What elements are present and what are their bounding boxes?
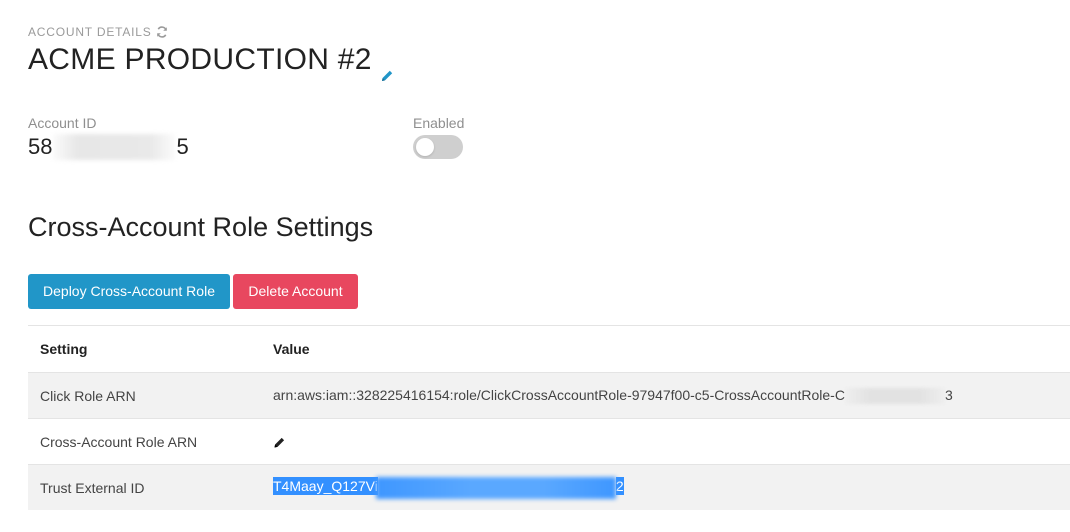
edit-pencil-icon[interactable]	[273, 436, 286, 449]
deploy-cross-account-role-button[interactable]: Deploy Cross-Account Role	[28, 274, 230, 309]
section-title: Cross-Account Role Settings	[28, 212, 374, 242]
eyebrow-label: ACCOUNT DETAILS	[28, 25, 152, 39]
table-row: Trust External ID T4Maay_Q127Vi 2	[28, 464, 1070, 510]
enabled-label: Enabled	[413, 115, 465, 131]
delete-account-button[interactable]: Delete Account	[233, 274, 358, 309]
settings-table: Setting Value Click Role ARN arn:aws:iam…	[28, 325, 1070, 510]
account-details-eyebrow: ACCOUNT DETAILS	[28, 25, 168, 39]
enabled-toggle[interactable]	[413, 135, 463, 159]
redacted-blur	[375, 476, 616, 499]
account-id-value: 58 5	[28, 134, 189, 160]
redacted-blur	[844, 388, 945, 405]
setting-cell: Cross-Account Role ARN	[28, 418, 261, 465]
table-row: Cross-Account Role ARN	[28, 418, 1070, 465]
page-title: ACME PRODUCTION #2	[28, 43, 394, 81]
column-header-setting: Setting	[28, 325, 261, 373]
account-id-label: Account ID	[28, 115, 97, 131]
account-id-suffix: 5	[176, 134, 189, 159]
value-cell[interactable]: T4Maay_Q127Vi 2	[261, 464, 1070, 510]
setting-cell: Click Role ARN	[28, 372, 261, 419]
account-id-prefix: 58	[28, 134, 53, 159]
edit-name-pencil-icon[interactable]	[380, 57, 394, 81]
setting-cell: Trust External ID	[28, 464, 261, 510]
trust-external-id-suffix: 2	[615, 477, 624, 496]
trust-external-id-prefix: T4Maay_Q127Vi	[273, 477, 378, 496]
table-row: Click Role ARN arn:aws:iam::328225416154…	[28, 372, 1070, 419]
account-name: ACME PRODUCTION #2	[28, 43, 372, 76]
value-cell	[261, 418, 1070, 465]
column-header-value: Value	[261, 325, 1070, 373]
redacted-blur	[53, 134, 176, 160]
value-cell[interactable]: arn:aws:iam::328225416154:role/ClickCros…	[261, 372, 1070, 419]
click-role-arn-prefix: arn:aws:iam::328225416154:role/ClickCros…	[273, 386, 845, 403]
toggle-knob	[416, 138, 434, 156]
click-role-arn-suffix: 3	[944, 386, 953, 403]
refresh-icon[interactable]	[156, 26, 168, 38]
table-header-row: Setting Value	[28, 325, 1070, 373]
